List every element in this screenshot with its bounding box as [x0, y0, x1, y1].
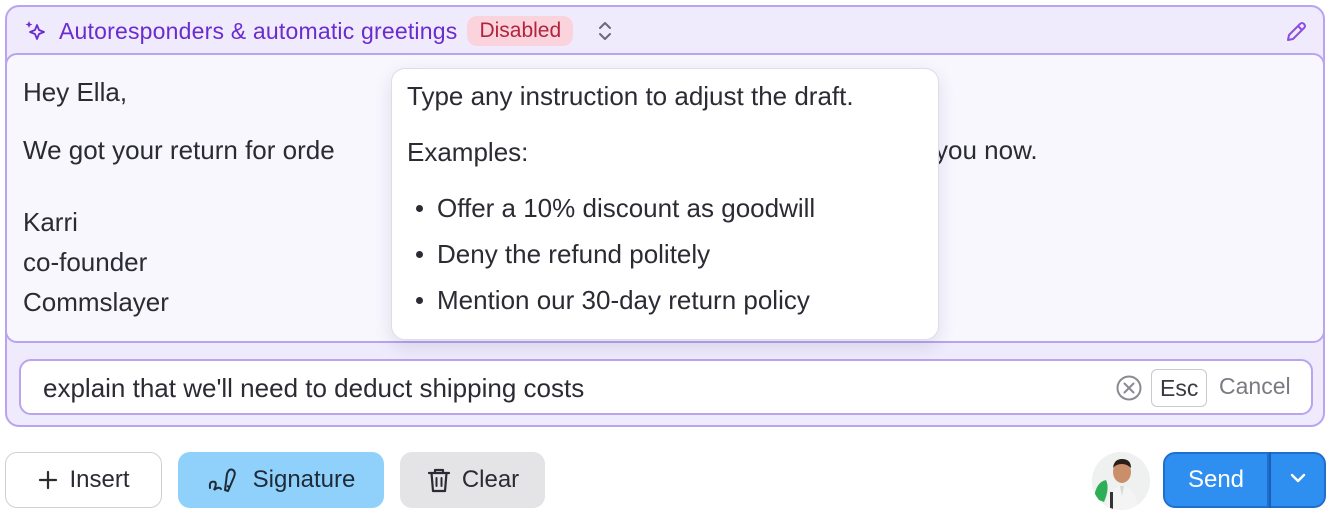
instruction-field[interactable]: Esc Cancel — [19, 359, 1313, 415]
clear-button[interactable]: Clear — [400, 452, 545, 508]
instruction-tooltip: Type any instruction to adjust the draft… — [391, 68, 939, 340]
cancel-button[interactable]: Cancel — [1219, 373, 1291, 400]
esc-key-hint: Esc — [1151, 369, 1208, 407]
list-item: Mention our 30-day return policy — [407, 277, 815, 323]
plus-icon — [37, 469, 59, 491]
signature-pen-icon — [207, 464, 243, 496]
list-item: Offer a 10% discount as goodwill — [407, 185, 815, 231]
insert-label: Insert — [69, 466, 130, 493]
pencil-icon[interactable] — [1283, 19, 1309, 45]
send-button-group: Send — [1163, 452, 1326, 508]
tooltip-intro: Type any instruction to adjust the draft… — [407, 81, 854, 111]
panel-header: Autoresponders & automatic greetings Dis… — [7, 7, 1323, 55]
trash-icon — [426, 466, 452, 494]
signature-label: Signature — [252, 466, 356, 493]
signature-company: Commslayer — [23, 287, 169, 317]
list-item: Deny the refund politely — [407, 231, 815, 277]
sparkle-icon — [23, 18, 49, 44]
signature-name: Karri — [23, 207, 78, 237]
send-options-button[interactable] — [1271, 452, 1326, 508]
clear-input-icon[interactable] — [1115, 374, 1143, 402]
chevron-up-down-icon[interactable] — [595, 17, 615, 45]
chevron-down-icon — [1287, 467, 1309, 494]
signature-role: co-founder — [23, 247, 148, 277]
tooltip-examples-label: Examples: — [407, 137, 529, 167]
clear-label: Clear — [461, 466, 520, 493]
insert-button[interactable]: Insert — [5, 452, 162, 508]
draft-greeting: Hey Ella, — [23, 77, 128, 107]
draft-body-end: you now. — [935, 135, 1038, 165]
signature-button[interactable]: Signature — [178, 452, 384, 508]
status-badge: Disabled — [467, 16, 574, 46]
draft-body-start: We got your return for orde — [23, 135, 335, 165]
send-button[interactable]: Send — [1163, 452, 1269, 508]
header-title[interactable]: Autoresponders & automatic greetings — [59, 18, 457, 45]
tooltip-examples-list: Offer a 10% discount as goodwill Deny th… — [407, 185, 815, 323]
instruction-input[interactable] — [43, 369, 1103, 407]
avatar[interactable] — [1092, 452, 1150, 510]
